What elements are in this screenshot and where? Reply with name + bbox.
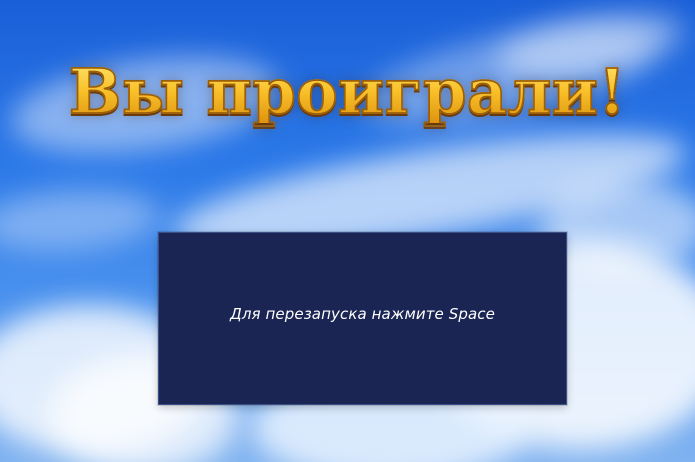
cloud: [0, 183, 162, 257]
restart-panel: Для перезапуска нажмите Space: [158, 232, 567, 405]
restart-instruction: Для перезапуска нажмите Space: [230, 304, 495, 323]
game-over-title: Вы проиграли!: [0, 60, 695, 124]
